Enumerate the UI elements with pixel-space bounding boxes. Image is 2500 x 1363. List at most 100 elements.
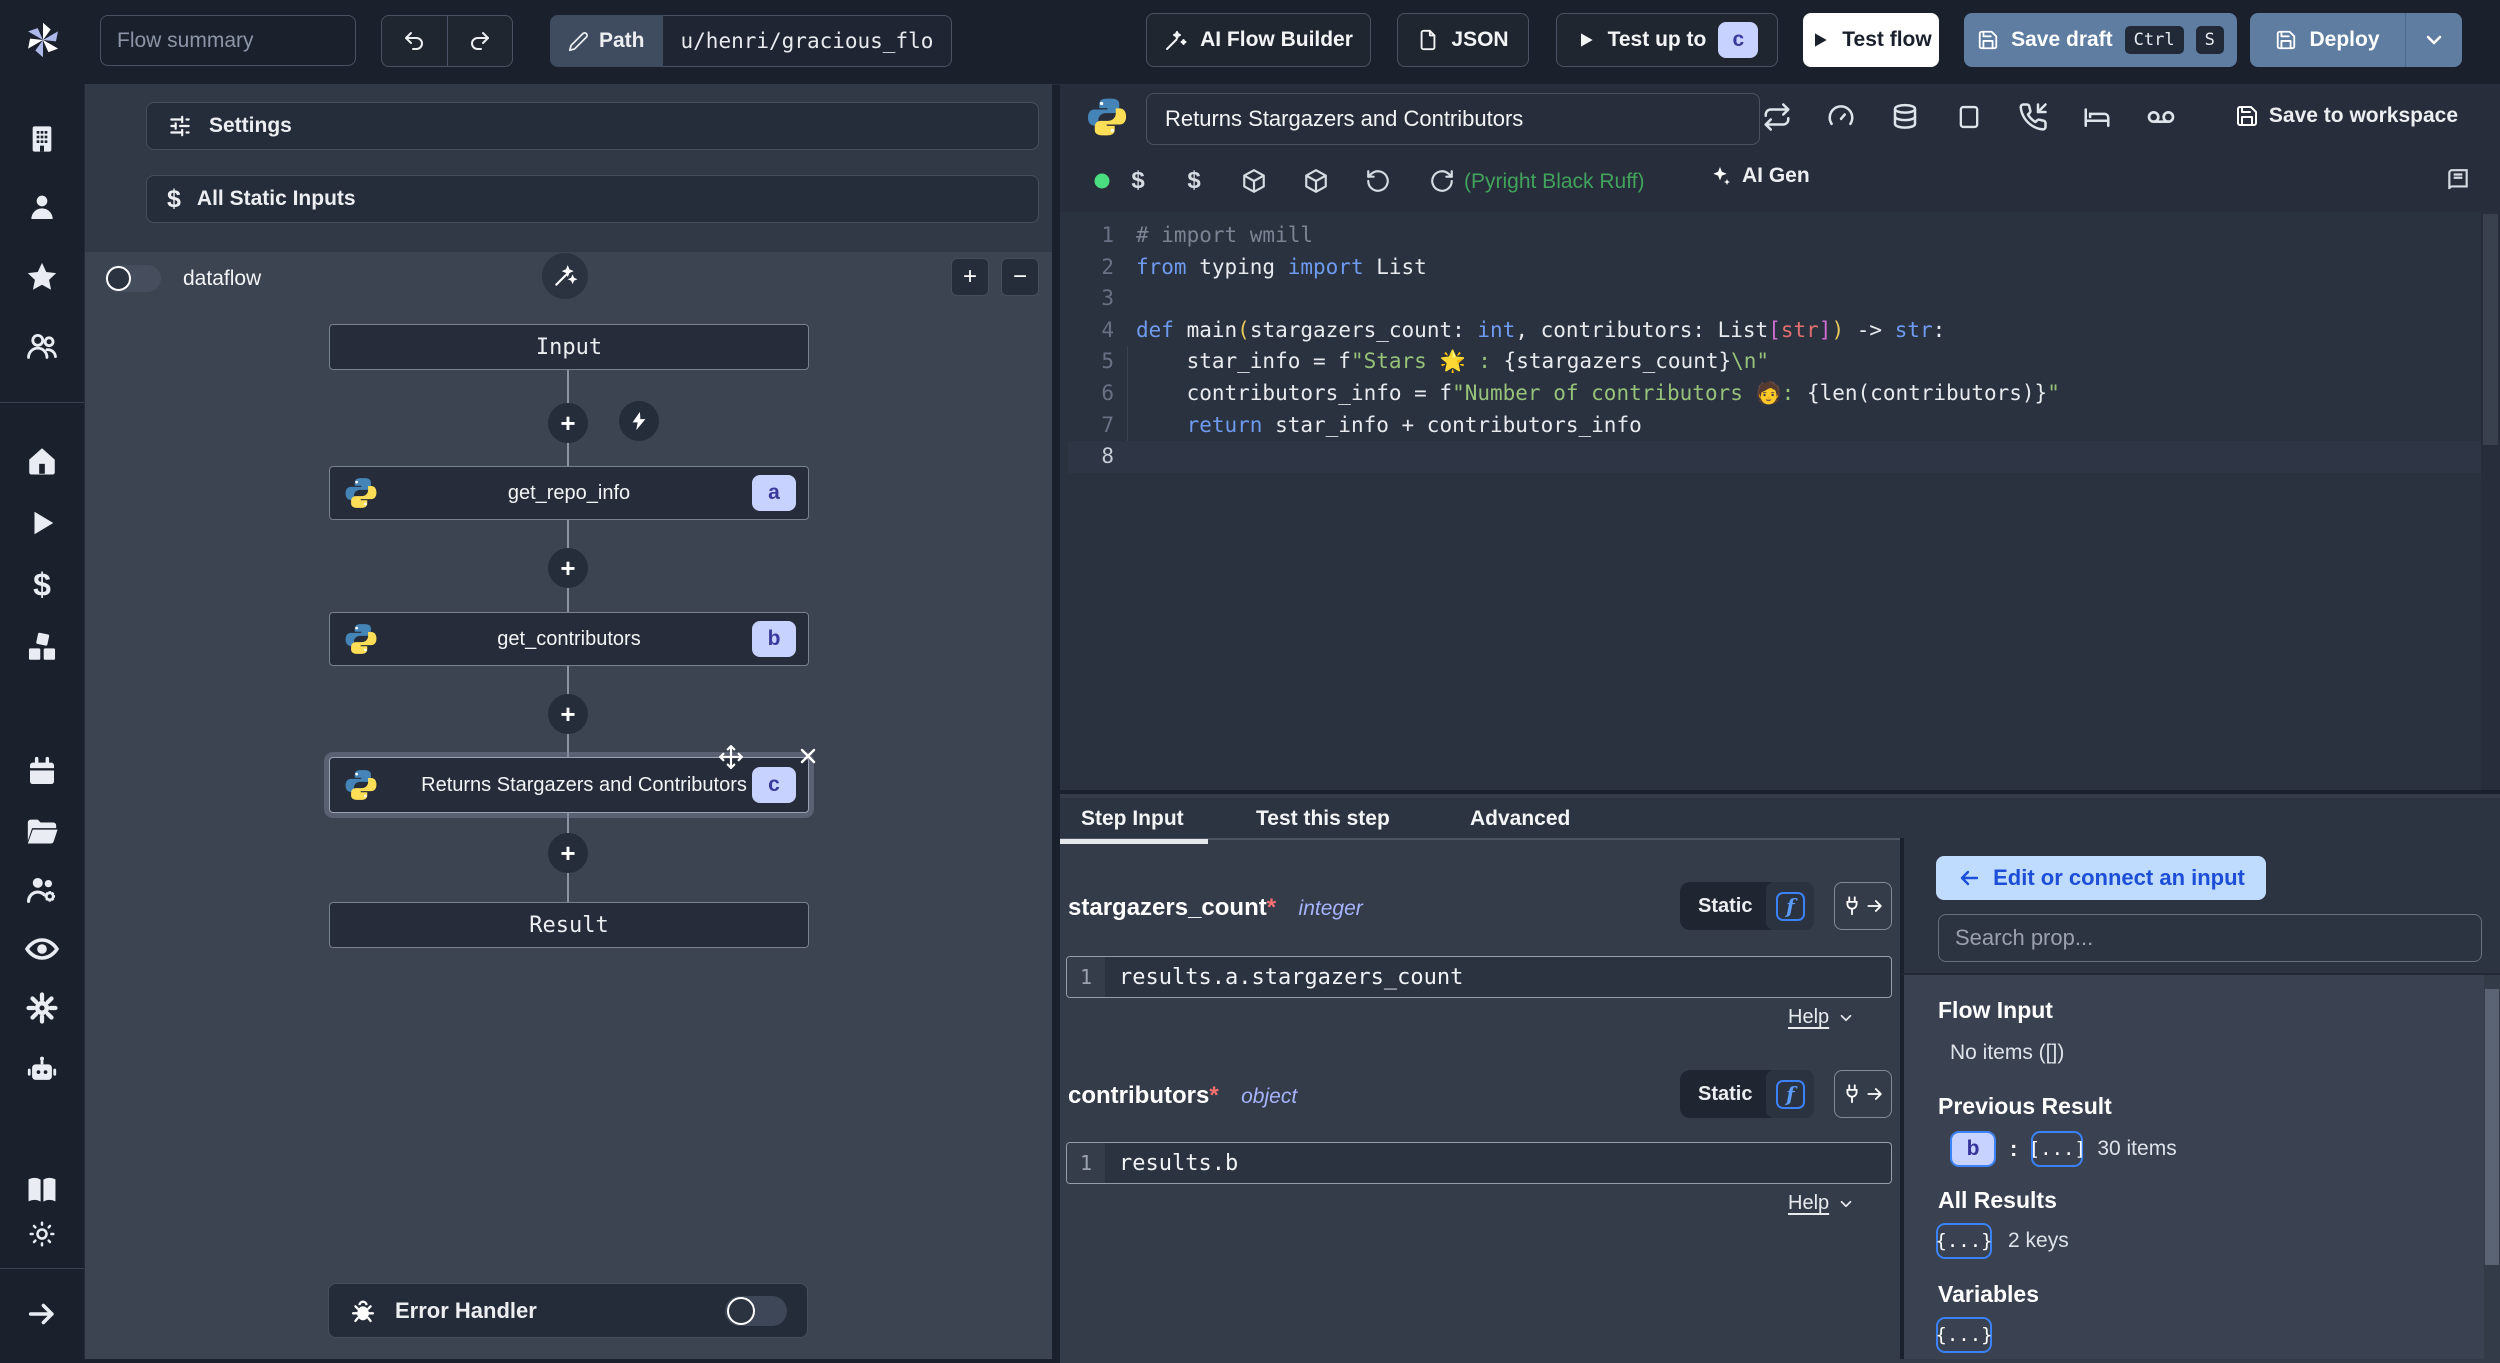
format-rotate-cw-icon[interactable] <box>1429 168 1455 194</box>
code-line: 5 star_info = f"Stars 🌟 : {stargazers_co… <box>1101 349 1770 374</box>
reset-rotate-ccw-icon[interactable] <box>1365 168 1391 194</box>
tab-advanced[interactable]: Advanced <box>1470 807 1570 831</box>
colon: : <box>2010 1136 2018 1161</box>
props-scrollbar[interactable] <box>2484 975 2500 1359</box>
node-delete-button[interactable] <box>796 744 820 768</box>
node-move-handle[interactable] <box>718 744 744 770</box>
theme-sun-icon[interactable] <box>27 1219 57 1249</box>
retries-repeat-icon[interactable] <box>1762 102 1792 132</box>
windmill-logo[interactable] <box>20 17 66 63</box>
workspace-building-icon[interactable] <box>26 123 58 155</box>
connect-plug-button[interactable] <box>1834 1070 1892 1118</box>
favorites-star-icon[interactable] <box>25 260 59 294</box>
error-handler-toggle[interactable] <box>725 1295 787 1326</box>
users-icon[interactable] <box>25 329 59 363</box>
flow-node-input[interactable]: Input <box>329 324 809 370</box>
path-input[interactable] <box>662 15 952 67</box>
array-preview-badge[interactable]: [...] <box>2029 1131 2086 1167</box>
ai-gen-button[interactable]: AI Gen <box>1708 164 1810 188</box>
prop-key-badge[interactable]: b <box>1950 1131 1996 1167</box>
deploy-dropdown-button[interactable] <box>2405 13 2462 67</box>
folders-icon[interactable] <box>25 814 59 848</box>
previous-result-row: b : [...] 30 items <box>1950 1131 2177 1167</box>
sleep-bed-icon[interactable] <box>2082 102 2112 132</box>
package-icon[interactable] <box>1241 168 1267 194</box>
variables-dollar-icon[interactable]: $ <box>33 567 51 604</box>
user-icon[interactable] <box>26 191 58 223</box>
early-stop-square-icon[interactable] <box>1955 103 1983 131</box>
runs-play-icon[interactable] <box>27 508 57 538</box>
undo-button[interactable] <box>382 16 448 66</box>
insert-step-button[interactable]: + <box>548 403 588 443</box>
help-link[interactable]: Help <box>1788 1006 1855 1029</box>
save-draft-button[interactable]: Save draft Ctrl S <box>1964 13 2237 67</box>
editor-scrollbar-thumb[interactable] <box>2483 214 2498 445</box>
error-handler-label: Error Handler <box>395 1297 537 1323</box>
insert-step-button[interactable]: + <box>548 833 588 873</box>
zoom-out-button[interactable]: − <box>1001 258 1039 296</box>
expr-editor-stargazers[interactable]: 1 results.a.stargazers_count <box>1066 956 1892 998</box>
redo-button[interactable] <box>448 16 513 66</box>
flow-node-b[interactable]: get_contributors b <box>329 612 809 666</box>
timeout-gauge-icon[interactable] <box>1826 102 1856 132</box>
flow-summary-input[interactable] <box>100 15 356 66</box>
flow-graph-canvas[interactable]: dataflow + − Input + get_repo_info a + g… <box>85 252 1052 1359</box>
trigger-zap-button[interactable] <box>619 401 659 441</box>
audit-eye-icon[interactable] <box>24 931 60 967</box>
lint-assistants-label[interactable]: (Pyright Black Ruff) <box>1464 170 1645 194</box>
editor-scrollbar[interactable] <box>2481 212 2500 790</box>
tab-step-input[interactable]: Step Input <box>1081 807 1184 831</box>
resources-cubes-icon[interactable] <box>25 630 59 664</box>
test-flow-button[interactable]: Test flow <box>1803 13 1939 67</box>
flow-node-c-selected[interactable]: Returns Stargazers and Contributors c <box>329 745 816 813</box>
function-f-icon[interactable]: f <box>1775 1079 1805 1109</box>
edit-or-connect-button[interactable]: Edit or connect an input <box>1936 856 2266 900</box>
help-link[interactable]: Help <box>1788 1192 1855 1215</box>
settings-gear-icon[interactable] <box>25 991 59 1025</box>
path-edit-button[interactable]: Path <box>550 15 663 67</box>
schedules-calendar-icon[interactable] <box>26 756 58 788</box>
node-label: get_repo_info <box>507 481 631 504</box>
groups-gear-icon[interactable] <box>25 873 59 907</box>
save-to-workspace-button[interactable]: Save to workspace <box>2235 104 2458 128</box>
package-icon[interactable] <box>1303 168 1329 194</box>
error-handler-node[interactable]: Error Handler <box>328 1283 808 1338</box>
home-icon[interactable] <box>25 444 59 478</box>
graph-ai-wand-button[interactable] <box>542 253 588 299</box>
tab-test-this-step[interactable]: Test this step <box>1256 807 1390 831</box>
suspend-phone-incoming-icon[interactable] <box>2018 102 2048 132</box>
connect-plug-button[interactable] <box>1834 882 1892 930</box>
flow-node-a[interactable]: get_repo_info a <box>329 466 809 520</box>
ai-robot-icon[interactable] <box>25 1053 59 1087</box>
function-f-icon[interactable]: f <box>1775 891 1805 921</box>
all-static-inputs-button[interactable]: $ All Static Inputs <box>146 175 1039 223</box>
node-step-badge: c <box>752 767 796 803</box>
ai-flow-builder-button[interactable]: AI Flow Builder <box>1146 13 1371 67</box>
flow-settings-button[interactable]: Settings <box>146 102 1039 150</box>
props-scrollbar-thumb[interactable] <box>2485 989 2499 1265</box>
object-preview-badge[interactable]: {...} <box>1935 1223 1993 1259</box>
deploy-button[interactable]: Deploy <box>2250 13 2405 67</box>
step-title-input[interactable] <box>1146 93 1760 145</box>
docs-book-icon[interactable] <box>25 1173 59 1207</box>
concurrency-voicemail-icon[interactable] <box>2145 101 2177 133</box>
variable-dollar-icon[interactable]: $ <box>1131 167 1144 195</box>
flow-node-result[interactable]: Result <box>329 902 809 948</box>
object-preview-badge[interactable]: {...} <box>1935 1317 1993 1353</box>
cache-database-icon[interactable] <box>1890 102 1920 132</box>
zoom-in-button[interactable]: + <box>951 258 989 296</box>
insert-step-button[interactable]: + <box>548 694 588 734</box>
code-editor[interactable]: 1 # import wmill 2 from typing import List… <box>1060 212 2481 790</box>
insert-step-button[interactable]: + <box>548 548 588 588</box>
save-icon <box>2277 30 2296 50</box>
expr-editor-contributors[interactable]: 1 results.b <box>1066 1142 1892 1184</box>
resource-dollar-icon[interactable]: $ <box>1187 167 1200 195</box>
static-mode-toggle[interactable]: Static f <box>1680 882 1815 930</box>
library-book-icon[interactable] <box>2445 168 2471 194</box>
expand-arrow-right-icon[interactable] <box>25 1297 59 1331</box>
search-prop-input[interactable] <box>1938 914 2482 962</box>
json-button[interactable]: JSON <box>1397 13 1529 67</box>
dataflow-toggle[interactable] <box>105 265 161 292</box>
static-mode-toggle[interactable]: Static f <box>1680 1070 1815 1118</box>
test-up-to-button[interactable]: Test up to c <box>1556 13 1778 67</box>
